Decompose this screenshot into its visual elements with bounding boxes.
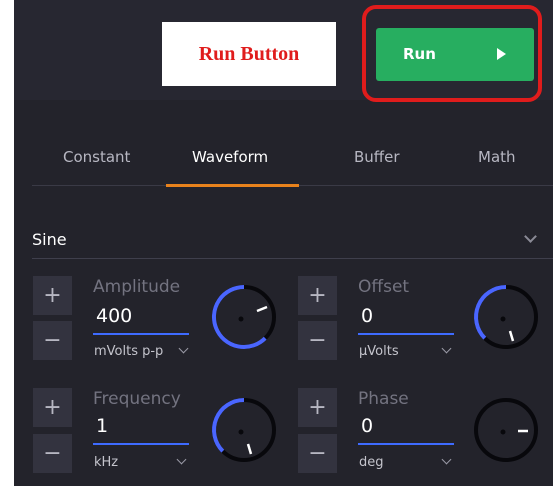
tab-math[interactable]: Math	[478, 148, 516, 166]
run-button-label: Run	[403, 45, 436, 63]
phase-unit-select[interactable]: deg	[359, 455, 384, 470]
offset-knob[interactable]	[472, 283, 540, 351]
frequency-unit-select[interactable]: kHz	[94, 455, 118, 470]
amplitude-decrement-button[interactable]: −	[33, 321, 72, 360]
phase-input[interactable]: 0	[358, 415, 454, 445]
tab-constant[interactable]: Constant	[63, 148, 130, 166]
frequency-decrement-button[interactable]: −	[33, 434, 72, 473]
phase-label: Phase	[358, 389, 409, 409]
phase-decrement-button[interactable]: −	[298, 434, 337, 473]
play-icon	[497, 48, 506, 60]
run-button[interactable]: Run	[376, 28, 534, 81]
offset-increment-button[interactable]: +	[298, 276, 337, 315]
active-tab-indicator	[166, 184, 299, 187]
amplitude-increment-button[interactable]: +	[33, 276, 72, 315]
amplitude-input[interactable]: 400	[93, 305, 189, 335]
phase-increment-button[interactable]: +	[298, 388, 337, 427]
tab-waveform[interactable]: Waveform	[192, 148, 268, 166]
chevron-down-icon	[524, 230, 537, 243]
offset-input[interactable]: 0	[358, 305, 454, 335]
tab-buffer[interactable]: Buffer	[354, 148, 400, 166]
frequency-knob[interactable]	[210, 396, 278, 464]
waveform-select[interactable]: Sine	[32, 226, 553, 259]
annotation-label: Run Button	[162, 22, 336, 86]
offset-label: Offset	[358, 277, 410, 297]
amplitude-label: Amplitude	[93, 277, 181, 297]
offset-unit-select[interactable]: µVolts	[359, 344, 399, 359]
amplitude-unit-select[interactable]: mVolts p-p	[94, 344, 163, 359]
frequency-label: Frequency	[93, 389, 181, 409]
offset-decrement-button[interactable]: −	[298, 321, 337, 360]
frequency-input[interactable]: 1	[93, 415, 189, 445]
phase-knob[interactable]	[472, 396, 540, 464]
frequency-increment-button[interactable]: +	[33, 388, 72, 427]
amplitude-knob[interactable]	[210, 283, 278, 351]
waveform-select-value: Sine	[32, 230, 67, 249]
